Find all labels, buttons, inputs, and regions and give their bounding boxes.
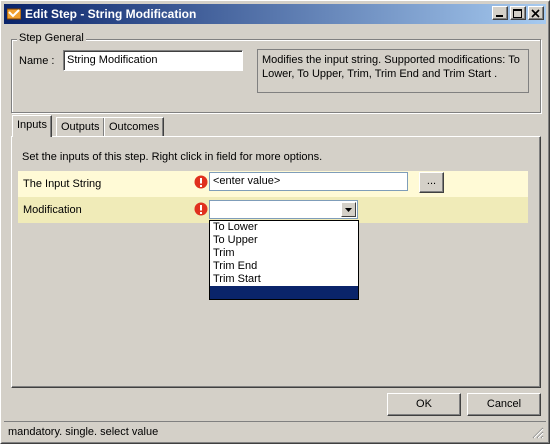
ok-button[interactable]: OK bbox=[387, 393, 461, 416]
chevron-down-icon bbox=[345, 208, 352, 212]
close-button[interactable] bbox=[528, 6, 544, 20]
browse-button[interactable]: ... bbox=[419, 172, 444, 193]
dropdown-option-trim[interactable]: Trim bbox=[210, 247, 358, 260]
tab-outcomes[interactable]: Outcomes bbox=[104, 117, 165, 136]
modification-select[interactable] bbox=[209, 200, 358, 219]
name-label: Name : bbox=[19, 55, 55, 67]
maximize-icon bbox=[513, 9, 522, 18]
dropdown-button[interactable] bbox=[341, 202, 356, 217]
input-string-label: The Input String bbox=[23, 178, 102, 190]
minimize-button[interactable] bbox=[492, 6, 508, 20]
step-general-legend: Step General bbox=[17, 32, 86, 44]
resize-grip-icon[interactable] bbox=[532, 427, 544, 439]
name-input[interactable]: String Modification bbox=[63, 50, 243, 71]
dropdown-option-empty[interactable] bbox=[210, 286, 358, 299]
status-bar: mandatory. single. select value bbox=[4, 421, 546, 441]
window-title: Edit Step - String Modification bbox=[25, 7, 197, 21]
dropdown-option-trim-start[interactable]: Trim Start bbox=[210, 273, 358, 286]
mandatory-warning-icon bbox=[194, 202, 208, 216]
dropdown-option-to-lower[interactable]: To Lower bbox=[210, 221, 358, 234]
title-bar[interactable]: Edit Step - String Modification bbox=[4, 4, 546, 24]
maximize-button[interactable] bbox=[510, 6, 526, 20]
app-icon bbox=[7, 8, 21, 20]
cancel-button[interactable]: Cancel bbox=[467, 393, 541, 416]
status-text: mandatory. single. select value bbox=[8, 426, 159, 438]
mandatory-warning-icon bbox=[194, 175, 208, 189]
step-description: Modifies the input string. Supported mod… bbox=[257, 49, 529, 93]
minimize-icon bbox=[496, 15, 503, 17]
dropdown-option-to-upper[interactable]: To Upper bbox=[210, 234, 358, 247]
modification-label: Modification bbox=[23, 204, 82, 216]
tab-outputs[interactable]: Outputs bbox=[56, 117, 105, 136]
inputs-instructions: Set the inputs of this step. Right click… bbox=[22, 151, 323, 163]
modification-dropdown-list: To Lower To Upper Trim Trim End Trim Sta… bbox=[209, 220, 359, 300]
edit-step-window: Edit Step - String Modification Step Gen… bbox=[0, 0, 550, 444]
dropdown-option-trim-end[interactable]: Trim End bbox=[210, 260, 358, 273]
input-string-field[interactable]: <enter value> bbox=[209, 172, 408, 191]
close-icon bbox=[531, 9, 540, 18]
tab-inputs[interactable]: Inputs bbox=[12, 115, 52, 137]
